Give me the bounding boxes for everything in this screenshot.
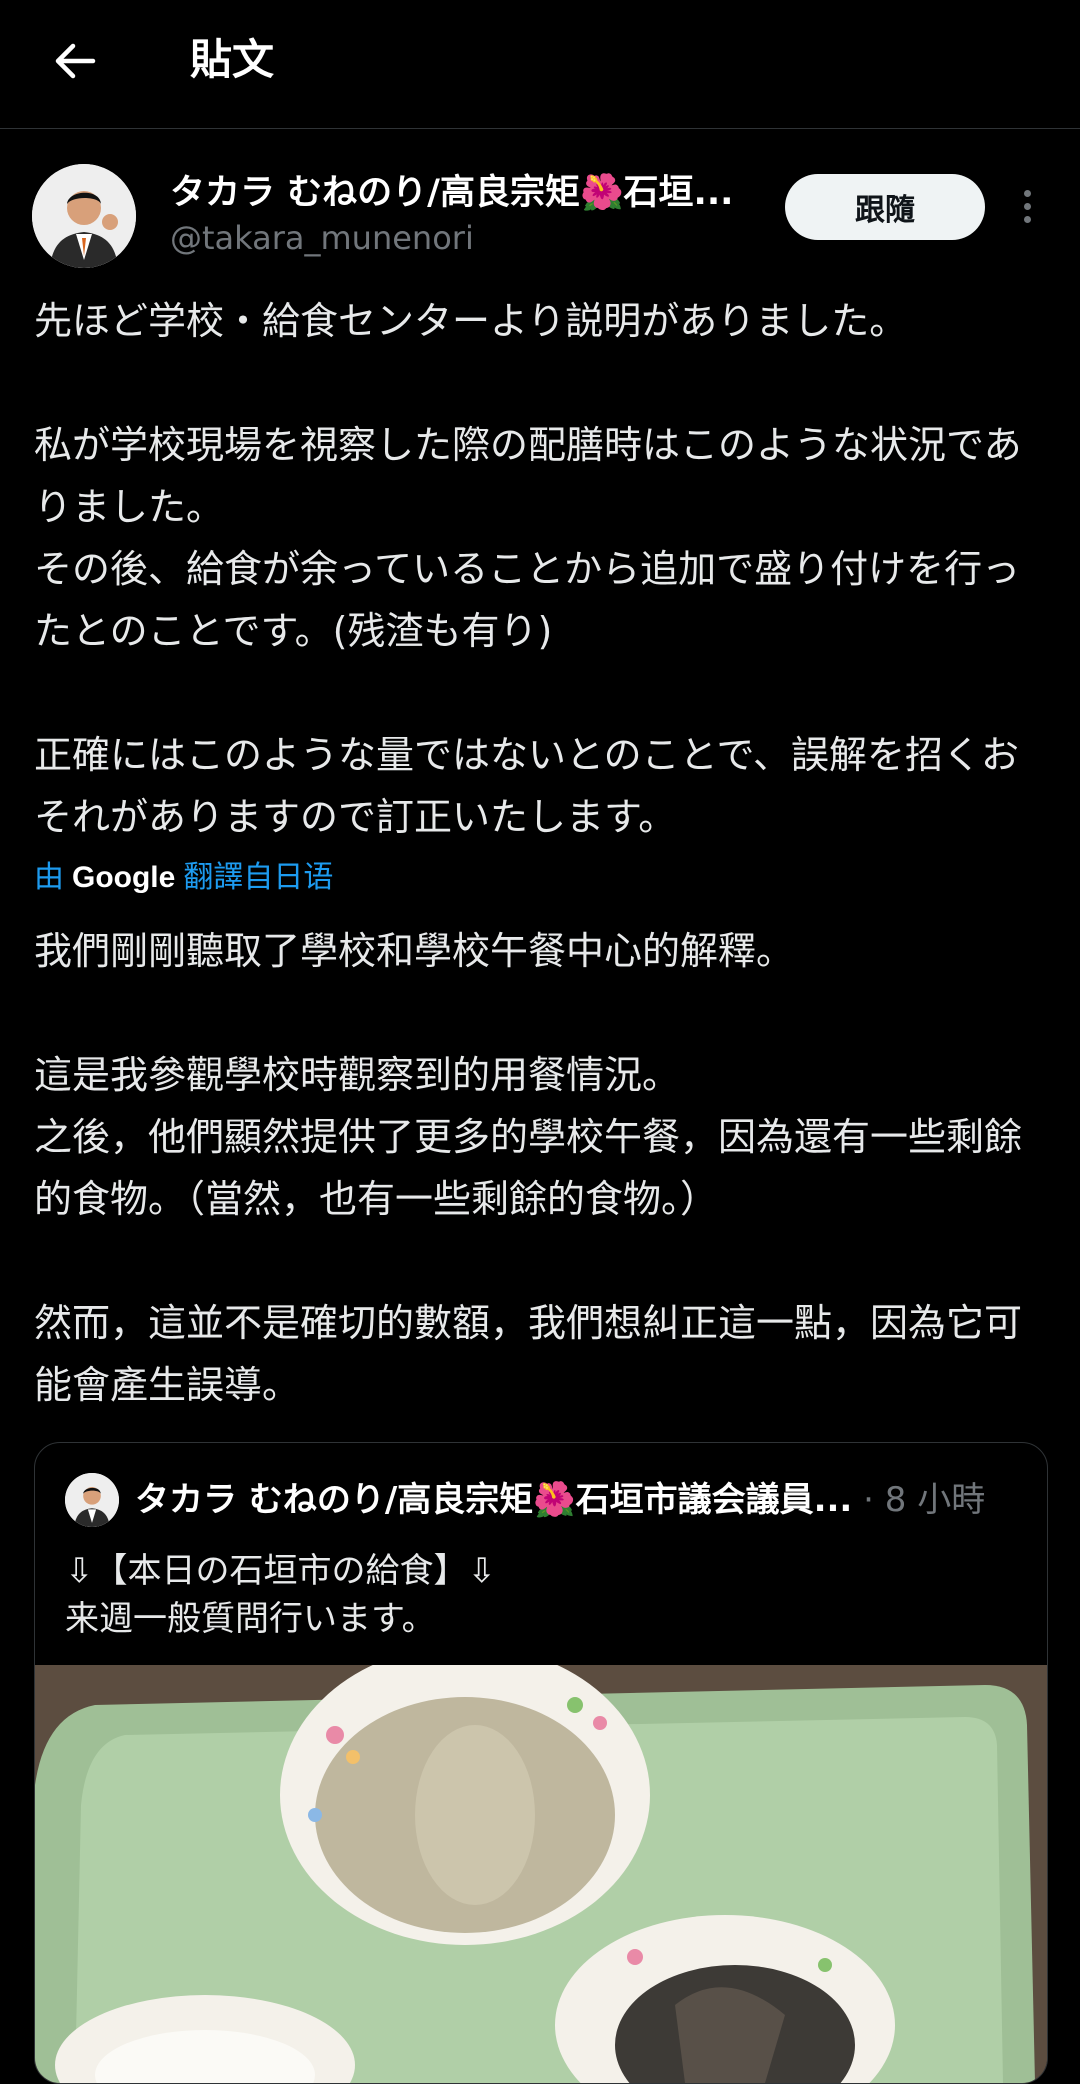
quote-separator: ·	[863, 1480, 874, 1520]
more-options-button[interactable]	[1012, 176, 1042, 236]
translation-by-label: 由	[34, 860, 64, 895]
quote-timestamp[interactable]: 8 小時	[885, 1480, 985, 1520]
school-lunch-photo	[35, 1665, 1047, 2083]
page-title: 貼文	[190, 35, 275, 84]
top-bar: 貼文	[0, 0, 1080, 129]
translation-attribution: 由 Google 翻譯自日语	[34, 856, 333, 900]
more-dot-icon	[1023, 189, 1031, 197]
more-dot-icon	[1023, 202, 1031, 210]
quote-author-avatar[interactable]	[65, 1473, 119, 1527]
follow-button[interactable]: 跟隨	[785, 174, 985, 240]
quote-header: タカラ むねのり/高良宗矩🌺石垣市議会議員... · 8 小時	[135, 1473, 1025, 1527]
person-photo-icon	[65, 1473, 119, 1527]
more-dot-icon	[1023, 215, 1031, 223]
quoted-tweet[interactable]: タカラ むねのり/高良宗矩🌺石垣市議会議員... · 8 小時 ⇩【本日の石垣市…	[34, 1442, 1048, 2084]
post-text-original: 先ほど学校・給食センターより説明がありました。 私が学校現場を視察した際の配膳時…	[34, 299, 1022, 839]
arrow-left-icon	[55, 43, 96, 79]
quote-media-photo[interactable]	[35, 1665, 1047, 2083]
post-text-translated: 我們剛剛聽取了學校和學校午餐中心的解釋。 這是我參觀學校時觀察到的用餐情況。 之…	[34, 929, 1023, 1407]
author-avatar[interactable]	[32, 164, 136, 268]
quote-text: ⇩【本日の石垣市の給食】⇩ 来週一般質問行います。	[65, 1551, 496, 1639]
quote-author-name[interactable]: タカラ むねのり/高良宗矩🌺石垣市議会議員...	[135, 1480, 852, 1520]
person-photo-icon	[32, 164, 136, 268]
author-handle[interactable]: @takara_munenori	[170, 216, 474, 260]
author-name[interactable]: タカラ むねのり/高良宗矩🌺石垣...	[170, 168, 760, 218]
back-button[interactable]	[40, 26, 110, 96]
translation-source-link[interactable]: 翻譯自日语	[183, 856, 333, 900]
google-logo: Google	[72, 861, 176, 894]
